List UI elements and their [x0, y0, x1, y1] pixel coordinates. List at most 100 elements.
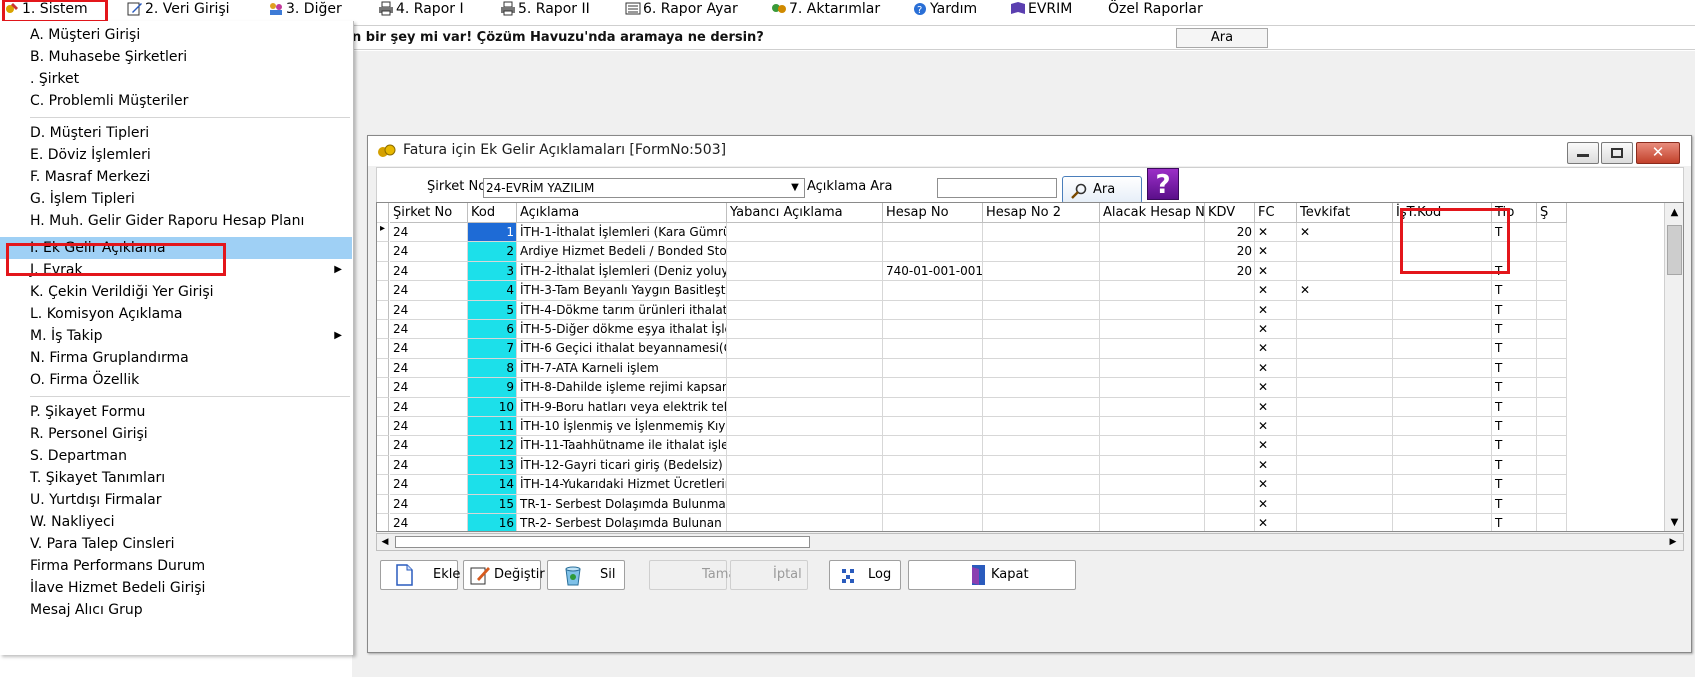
row-indicator[interactable] — [377, 320, 389, 340]
table-cell[interactable]: 4 — [468, 281, 517, 301]
table-cell[interactable]: ✕ — [1255, 397, 1297, 417]
menu-item-13[interactable]: M. İş Takip ▶ — [0, 325, 352, 347]
table-cell[interactable] — [1100, 436, 1205, 456]
table-cell[interactable] — [883, 339, 983, 359]
column-header[interactable]: Hesap No — [883, 203, 983, 223]
table-cell[interactable]: 13 — [468, 455, 517, 476]
table-cell[interactable]: ✕ — [1255, 242, 1297, 262]
table-cell[interactable]: T — [1492, 475, 1537, 495]
column-header[interactable]: Yabancı Açıklama — [727, 203, 883, 223]
aciklama-search-input[interactable] — [937, 178, 1057, 198]
table-cell[interactable]: ✕ — [1255, 475, 1297, 495]
table-cell[interactable] — [1537, 339, 1567, 359]
table-cell[interactable] — [1393, 339, 1492, 359]
table-cell[interactable] — [727, 300, 883, 320]
menu-item-12[interactable]: L. Komisyon Açıklama — [0, 303, 352, 325]
table-cell[interactable] — [1537, 261, 1567, 282]
table-cell[interactable] — [727, 494, 883, 514]
menu-item-11[interactable]: K. Çekin Verildiği Yer Girişi — [0, 281, 352, 303]
row-indicator[interactable] — [377, 436, 389, 456]
table-cell[interactable] — [883, 397, 983, 417]
table-cell[interactable] — [727, 261, 883, 282]
ekle-button[interactable]: Ekle — [380, 560, 460, 590]
table-cell[interactable]: İTH-1-İthalat İşlemleri (Kara Gümrükle — [517, 223, 727, 243]
table-cell[interactable] — [883, 378, 983, 398]
table-cell[interactable] — [1100, 514, 1205, 531]
column-header[interactable]: Tevkifat — [1297, 203, 1393, 223]
table-cell[interactable]: 14 — [468, 475, 517, 495]
row-indicator[interactable] — [377, 358, 389, 379]
table-cell[interactable]: 24 — [390, 397, 468, 417]
table-cell[interactable]: ✕ — [1255, 281, 1297, 301]
table-cell[interactable] — [1537, 417, 1567, 437]
table-cell[interactable] — [1100, 397, 1205, 417]
table-cell[interactable]: 15 — [468, 494, 517, 514]
table-cell[interactable] — [1100, 475, 1205, 495]
table-cell[interactable]: İTH-3-Tam Beyanlı Yaygın Basitleştiri — [517, 281, 727, 301]
table-cell[interactable] — [983, 494, 1100, 514]
table-cell[interactable]: 5 — [468, 300, 517, 320]
menu-evrim[interactable]: EVRIM — [1010, 0, 1072, 21]
table-cell[interactable]: 24 — [390, 417, 468, 437]
column-header[interactable]: Hesap No 2 — [983, 203, 1100, 223]
table-cell[interactable]: 20 — [1205, 223, 1255, 243]
table-cell[interactable]: İTH-12-Gayri ticari giriş (Bedelsiz) — [517, 455, 727, 476]
table-cell[interactable]: T — [1492, 300, 1537, 320]
table-cell[interactable] — [727, 378, 883, 398]
menu-item-19[interactable]: T. Şikayet Tanımları — [0, 467, 352, 489]
column-header[interactable]: Şirket No — [390, 203, 468, 223]
table-cell[interactable] — [1100, 320, 1205, 340]
menu-item-2[interactable]: . Şirket — [0, 68, 352, 90]
table-cell[interactable] — [1100, 417, 1205, 437]
table-cell[interactable]: T — [1492, 358, 1537, 379]
table-cell[interactable] — [1297, 514, 1393, 531]
table-cell[interactable] — [1100, 339, 1205, 359]
scroll-down-icon[interactable]: ▼ — [1666, 514, 1683, 531]
table-cell[interactable] — [1100, 300, 1205, 320]
column-header[interactable]: Ş — [1537, 203, 1567, 223]
table-cell[interactable]: 12 — [468, 436, 517, 456]
table-cell[interactable] — [1537, 475, 1567, 495]
degistir-button[interactable]: Değiştir — [463, 560, 545, 590]
table-cell[interactable] — [1297, 475, 1393, 495]
table-cell[interactable]: İTH-9-Boru hatları veya elektrik telleri… — [517, 397, 727, 417]
maximize-button[interactable] — [1601, 142, 1633, 164]
row-indicator[interactable] — [377, 455, 389, 476]
table-cell[interactable]: İTH-7-ATA Karneli işlem — [517, 358, 727, 379]
table-cell[interactable] — [1100, 281, 1205, 301]
menu-ozel-raporlar[interactable]: Özel Raporlar — [1108, 0, 1203, 21]
table-cell[interactable]: 10 — [468, 397, 517, 417]
table-cell[interactable]: T — [1492, 320, 1537, 340]
menu-item-8[interactable]: H. Muh. Gelir Gider Raporu Hesap Planı — [0, 210, 352, 232]
table-cell[interactable]: 6 — [468, 320, 517, 340]
grid-horizontal-scrollbar[interactable]: ◀ ▶ — [376, 533, 1684, 551]
menu-item-17[interactable]: R. Personel Girişi — [0, 423, 352, 445]
table-cell[interactable]: İTH-8-Dahilde işleme rejimi kapsamın — [517, 378, 727, 398]
kapat-button[interactable]: Kapat — [908, 560, 1076, 590]
table-cell[interactable] — [1537, 378, 1567, 398]
table-cell[interactable]: TR-2- Serbest Dolaşımda Bulunan Eş — [517, 514, 727, 531]
table-cell[interactable] — [727, 397, 883, 417]
table-cell[interactable] — [1297, 436, 1393, 456]
table-cell[interactable] — [983, 514, 1100, 531]
table-cell[interactable]: 24 — [390, 339, 468, 359]
table-cell[interactable]: 7 — [468, 339, 517, 359]
table-cell[interactable]: T — [1492, 455, 1537, 476]
table-cell[interactable]: T — [1492, 514, 1537, 531]
table-cell[interactable]: 24 — [390, 358, 468, 379]
table-cell[interactable]: ✕ — [1255, 223, 1297, 243]
table-cell[interactable]: T — [1492, 281, 1537, 301]
table-cell[interactable] — [1393, 378, 1492, 398]
table-cell[interactable]: İTH-6 Geçici ithalat beyannamesi(Geç — [517, 339, 727, 359]
table-cell[interactable] — [1205, 475, 1255, 495]
table-cell[interactable]: TR-1- Serbest Dolaşımda Bulunmaya — [517, 494, 727, 514]
table-cell[interactable] — [883, 281, 983, 301]
table-cell[interactable]: 3 — [468, 261, 517, 282]
table-cell[interactable] — [1393, 358, 1492, 379]
row-indicator[interactable] — [377, 397, 389, 417]
table-cell[interactable] — [983, 417, 1100, 437]
table-cell[interactable]: İTH-14-Yukarıdaki Hizmet Ücretlerine — [517, 475, 727, 495]
table-cell[interactable] — [727, 436, 883, 456]
table-cell[interactable]: İTH-11-Taahhütname ile ithalat işlemle — [517, 436, 727, 456]
table-cell[interactable]: 24 — [390, 223, 468, 243]
